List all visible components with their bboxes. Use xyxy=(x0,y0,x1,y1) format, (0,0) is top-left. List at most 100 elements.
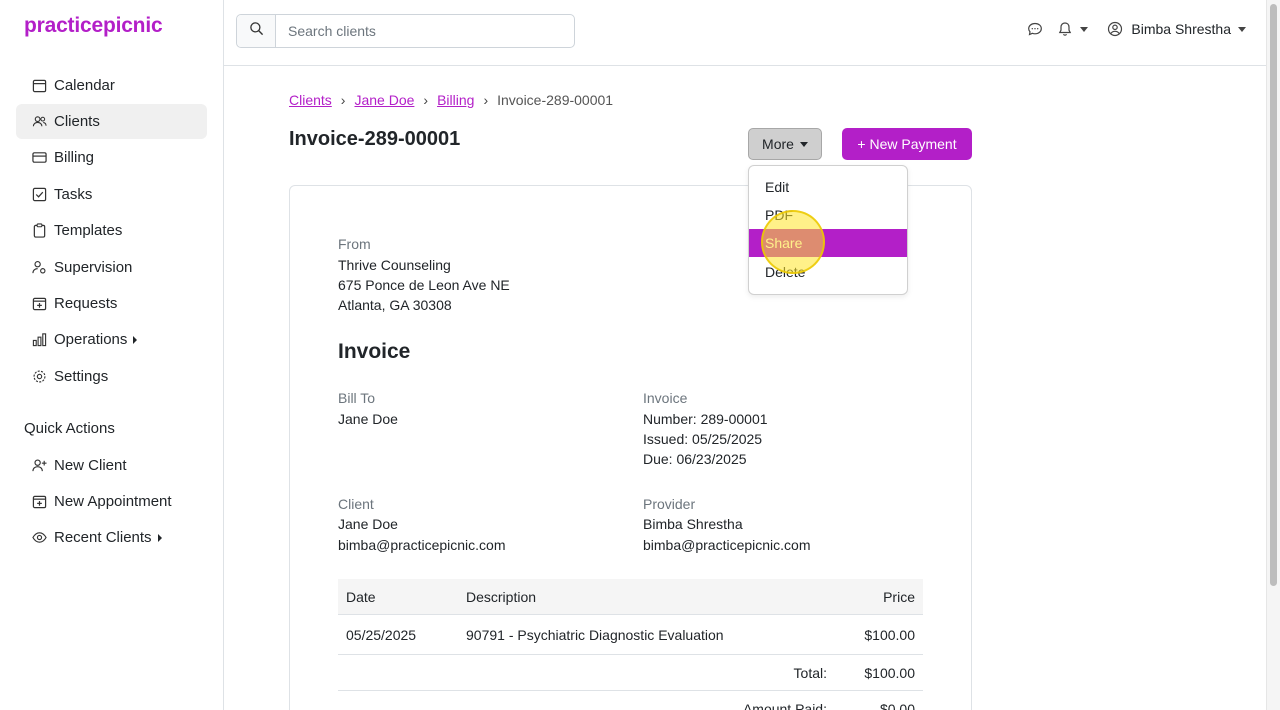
sidebar-item-label: Requests xyxy=(54,295,118,312)
provider-email: bimba@practicepicnic.com xyxy=(643,537,811,553)
user-name: Bimba Shrestha xyxy=(1131,21,1231,37)
sidebar-item-calendar[interactable]: Calendar xyxy=(16,68,207,103)
bar-chart-icon xyxy=(32,332,47,347)
invoice-label: Invoice xyxy=(643,390,688,406)
app-logo[interactable]: practicepicnic xyxy=(24,14,163,38)
sidebar-item-billing[interactable]: Billing xyxy=(16,140,207,175)
new-payment-button[interactable]: + New Payment xyxy=(842,128,972,160)
menu-item-edit[interactable]: Edit xyxy=(749,173,907,201)
gear-icon xyxy=(32,369,47,384)
quick-action-recent-clients[interactable]: Recent Clients xyxy=(16,520,207,555)
search-box xyxy=(236,14,575,48)
amount-paid-value: $0.00 xyxy=(879,701,915,710)
sidebar-item-templates[interactable]: Templates xyxy=(16,213,207,248)
from-label: From xyxy=(338,236,371,252)
row-price: $100.00 xyxy=(864,626,915,643)
chevron-down-icon xyxy=(1080,26,1089,32)
page-scrollbar[interactable] xyxy=(1266,0,1280,710)
column-header-description: Description xyxy=(466,588,537,605)
sidebar-item-label: Supervision xyxy=(54,259,133,276)
caret-right-icon xyxy=(133,335,138,344)
sidebar-item-supervision[interactable]: Supervision xyxy=(16,250,207,285)
sidebar-item-label: New Appointment xyxy=(54,493,172,510)
breadcrumb-billing-link[interactable]: Billing xyxy=(437,92,474,108)
menu-item-share[interactable]: Share xyxy=(749,229,907,257)
bill-to-name: Jane Doe xyxy=(338,411,398,427)
chevron-down-icon xyxy=(799,141,808,147)
breadcrumb: Clients › Jane Doe › Billing › Invoice-2… xyxy=(289,92,613,108)
bill-to-label: Bill To xyxy=(338,390,376,406)
sidebar-item-label: Clients xyxy=(54,113,100,130)
top-actions: Bimba Shrestha xyxy=(1026,20,1246,38)
breadcrumb-separator: › xyxy=(340,92,346,108)
page-title: Invoice-289-00001 xyxy=(289,128,461,150)
breadcrumb-current: Invoice-289-00001 xyxy=(497,92,614,108)
provider-name: Bimba Shrestha xyxy=(643,516,743,532)
sidebar-item-operations[interactable]: Operations xyxy=(16,322,207,357)
credit-card-icon xyxy=(32,150,47,165)
client-label: Client xyxy=(338,496,374,512)
scrollbar-thumb[interactable] xyxy=(1270,4,1277,586)
invoice-heading: Invoice xyxy=(338,340,411,363)
quick-actions-title: Quick Actions xyxy=(24,420,115,437)
user-circle-icon xyxy=(1106,20,1124,38)
calendar-icon xyxy=(32,78,47,93)
sidebar-item-label: New Client xyxy=(54,457,127,474)
breadcrumb-separator: › xyxy=(483,92,489,108)
from-address-line1: 675 Ponce de Leon Ave NE xyxy=(338,277,510,293)
sidebar-item-label: Operations xyxy=(54,331,128,348)
table-row: 05/25/2025 90791 - Psychiatric Diagnosti… xyxy=(338,615,923,655)
column-header-price: Price xyxy=(883,588,915,605)
person-gear-icon xyxy=(32,260,47,275)
sidebar-item-tasks[interactable]: Tasks xyxy=(16,177,207,212)
breadcrumb-separator: › xyxy=(423,92,429,108)
users-icon xyxy=(32,114,47,129)
sidebar: practicepicnic Calendar Clients Billing … xyxy=(0,0,224,710)
notifications-menu[interactable] xyxy=(1056,20,1089,38)
menu-item-pdf[interactable]: PDF xyxy=(749,201,907,229)
calendar-plus-icon xyxy=(32,494,47,509)
invoice-items-table: Date Description Price 05/25/2025 90791 … xyxy=(338,579,923,710)
sidebar-item-requests[interactable]: Requests xyxy=(16,286,207,321)
quick-action-new-client[interactable]: New Client xyxy=(16,448,207,483)
more-button-label: More xyxy=(762,136,794,152)
user-menu[interactable]: Bimba Shrestha xyxy=(1106,20,1246,38)
provider-label: Provider xyxy=(643,496,696,512)
sidebar-item-settings[interactable]: Settings xyxy=(16,359,207,394)
more-dropdown-menu: Edit PDF Share Delete xyxy=(748,165,908,295)
checkbox-icon xyxy=(32,187,47,202)
more-button[interactable]: More xyxy=(748,128,822,160)
search-icon xyxy=(249,21,264,41)
bell-icon xyxy=(1056,20,1074,38)
search-button[interactable] xyxy=(237,15,276,47)
sidebar-item-clients[interactable]: Clients xyxy=(16,104,207,139)
sidebar-item-label: Calendar xyxy=(54,77,115,94)
sidebar-item-label: Billing xyxy=(54,149,95,166)
breadcrumb-clients-link[interactable]: Clients xyxy=(289,92,332,108)
caret-right-icon xyxy=(157,533,162,542)
column-header-date: Date xyxy=(346,588,376,605)
top-bar: Bimba Shrestha xyxy=(224,0,1266,66)
sidebar-item-label: Recent Clients xyxy=(54,529,152,546)
quick-action-new-appointment[interactable]: New Appointment xyxy=(16,484,207,519)
total-label: Total: xyxy=(793,664,827,681)
search-input[interactable] xyxy=(276,15,574,47)
chat-icon[interactable] xyxy=(1026,20,1044,38)
sidebar-item-label: Settings xyxy=(54,368,109,385)
clipboard-icon xyxy=(32,223,47,238)
menu-item-delete[interactable]: Delete xyxy=(749,258,907,286)
invoice-issued: Issued: 05/25/2025 xyxy=(643,431,763,447)
amount-paid-label: Amount Paid: xyxy=(742,701,827,710)
row-description: 90791 - Psychiatric Diagnostic Evaluatio… xyxy=(466,626,724,643)
client-email: bimba@practicepicnic.com xyxy=(338,537,506,553)
breadcrumb-client-link[interactable]: Jane Doe xyxy=(354,92,414,108)
chevron-down-icon xyxy=(1238,26,1246,32)
sidebar-item-label: Templates xyxy=(54,222,123,239)
sidebar-item-label: Tasks xyxy=(54,186,93,203)
person-add-icon xyxy=(32,458,47,473)
invoice-due: Due: 06/23/2025 xyxy=(643,451,747,467)
amount-paid-row: Amount Paid: $0.00 xyxy=(338,691,923,710)
eye-icon xyxy=(32,530,47,545)
from-address-line2: Atlanta, GA 30308 xyxy=(338,297,452,313)
client-name: Jane Doe xyxy=(338,516,398,532)
